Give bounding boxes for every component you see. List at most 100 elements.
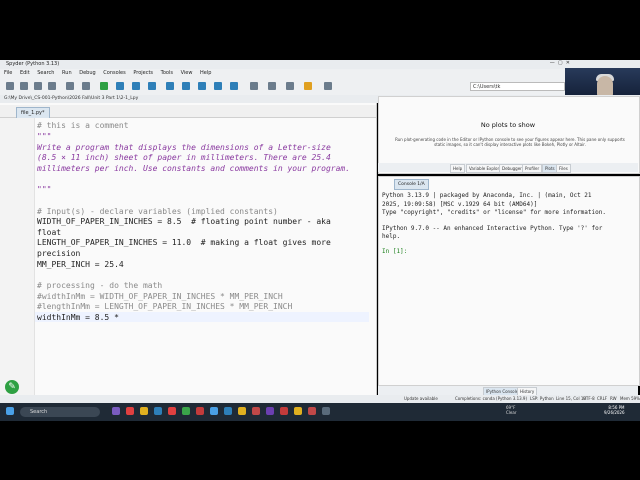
console-line: help.	[382, 233, 401, 240]
app-icon[interactable]	[266, 407, 274, 415]
app-icon[interactable]	[210, 407, 218, 415]
maximize-pane-icon[interactable]	[250, 82, 258, 90]
debug-file-icon[interactable]	[166, 82, 174, 90]
spyder-icon[interactable]	[308, 407, 316, 415]
code-line[interactable]: # this is a comment	[37, 121, 129, 130]
run-selection-icon[interactable]	[148, 82, 156, 90]
file-explorer-icon[interactable]	[140, 407, 148, 415]
menu-tools[interactable]: Tools	[161, 70, 173, 76]
step-icon[interactable]	[198, 82, 206, 90]
vscode-icon[interactable]	[224, 407, 232, 415]
code-line[interactable]: """	[37, 132, 51, 141]
new-file-icon[interactable]	[6, 82, 14, 90]
console-prompt[interactable]: In [1]:	[382, 248, 407, 255]
console-line: Python 3.13.9 | packaged by Anaconda, In…	[382, 192, 592, 199]
status-encoding: UTF-8	[583, 396, 595, 401]
run-cell-advance-icon[interactable]	[132, 82, 140, 90]
editor-tab-bar	[0, 105, 376, 118]
code-line[interactable]: millimeters per inch. Use constants and …	[37, 164, 350, 173]
line-number-gutter	[0, 118, 35, 401]
code-line-current[interactable]: widthInMm = 8.5 *	[37, 313, 119, 322]
app-icon[interactable]	[280, 407, 288, 415]
code-line[interactable]: float	[37, 228, 61, 237]
status-mem: Mem 59%	[620, 396, 640, 401]
taskbar-search[interactable]: Search	[20, 407, 100, 417]
app-icon[interactable]	[168, 407, 176, 415]
console-tab[interactable]: Console 1/A	[394, 179, 429, 190]
menu-help[interactable]: Help	[200, 70, 211, 76]
tab-files[interactable]: Files	[556, 164, 571, 173]
taskbar-clock[interactable]: 8:56 PM 9/26/2026	[604, 405, 625, 415]
weather-desc: Clear	[506, 410, 517, 415]
tab-profiler[interactable]: Profiler	[522, 164, 543, 173]
code-line[interactable]: LENGTH_OF_PAPER_IN_INCHES = 11.0 # makin…	[37, 238, 331, 247]
console-line: IPython 9.7.0 -- An enhanced Interactive…	[382, 225, 603, 232]
editor-file-tab[interactable]: file_1.py*	[16, 107, 50, 118]
pencil-icon: ✎	[8, 382, 16, 392]
app-icon[interactable]	[238, 407, 246, 415]
status-bar: Update available Completions: conda (Pyt…	[0, 395, 640, 403]
run-file-icon[interactable]	[100, 82, 108, 90]
browse-tabs-icon[interactable]	[82, 82, 90, 90]
console-line: Type "copyright", "credits" or "license"…	[382, 209, 606, 216]
task-view-icon[interactable]	[112, 407, 120, 415]
debug-cell-icon[interactable]	[182, 82, 190, 90]
code-line[interactable]: # processing - do the math	[37, 281, 162, 290]
menu-projects[interactable]: Projects	[133, 70, 153, 76]
menu-search[interactable]: Search	[37, 70, 54, 76]
open-file-icon[interactable]	[20, 82, 28, 90]
menu-file[interactable]: File	[4, 70, 12, 76]
windows-start-icon[interactable]	[6, 407, 14, 415]
app-icon[interactable]	[126, 407, 134, 415]
chrome-icon[interactable]	[182, 407, 190, 415]
stop-debug-icon[interactable]	[230, 82, 238, 90]
window-title: Spyder (Python 3.13)	[6, 61, 60, 67]
app-icon[interactable]	[196, 407, 204, 415]
code-line[interactable]: precision	[37, 249, 80, 258]
tab-help[interactable]: Help	[450, 164, 466, 173]
code-line[interactable]: #lengthInMm = LENGTH_OF_PAPER_IN_INCHES …	[37, 302, 292, 311]
run-floating-button[interactable]: ✎	[5, 380, 19, 394]
working-directory-input[interactable]: C:\Users\tk	[470, 82, 565, 91]
code-line[interactable]: MM_PER_INCH = 25.4	[37, 260, 124, 269]
code-line[interactable]: """	[37, 185, 51, 194]
status-eol: CRLF	[597, 396, 608, 401]
python-icon[interactable]	[304, 82, 312, 90]
app-icon[interactable]	[322, 407, 330, 415]
save-all-icon[interactable]	[48, 82, 56, 90]
taskbar-weather[interactable]: 69°F Clear	[506, 405, 516, 415]
window-controls[interactable]: — ▢ ✕	[550, 60, 570, 66]
plots-empty-title: No plots to show	[480, 121, 536, 129]
save-icon[interactable]	[34, 82, 42, 90]
pythonpath-icon[interactable]	[286, 82, 294, 90]
menu-view[interactable]: View	[181, 70, 193, 76]
clock-date: 9/26/2026	[604, 410, 625, 415]
console-line: 2025, 19:09:58) [MSC v.1929 64 bit (AMD6…	[382, 201, 538, 208]
status-lsp: LSP: Python	[530, 396, 554, 401]
status-update[interactable]: Update available	[404, 395, 438, 403]
code-line[interactable]: WIDTH_OF_PAPER_IN_INCHES = 8.5 # floatin…	[37, 217, 331, 226]
status-position: Line 15, Col 18	[556, 396, 586, 401]
menu-run[interactable]: Run	[62, 70, 72, 76]
create-cell-icon[interactable]	[66, 82, 74, 90]
menu-edit[interactable]: Edit	[20, 70, 30, 76]
plots-empty-message: Run plot-generating code in the Editor o…	[395, 137, 625, 147]
code-line[interactable]: (8.5 × 11 inch) sheet of paper in millim…	[37, 153, 331, 162]
preferences-icon[interactable]	[268, 82, 276, 90]
edge-icon[interactable]	[154, 407, 162, 415]
tab-debugger[interactable]: Debugger	[499, 164, 525, 173]
menu-debug[interactable]: Debug	[79, 70, 95, 76]
wrench-icon[interactable]	[324, 82, 332, 90]
window-title-bar: Spyder (Python 3.13)	[0, 60, 640, 69]
status-rw: RW	[610, 396, 617, 401]
code-line[interactable]: #widthInMm = WIDTH_OF_PAPER_IN_INCHES * …	[37, 292, 283, 301]
code-line[interactable]: Write a program that displays the dimens…	[37, 143, 331, 152]
run-cell-icon[interactable]	[116, 82, 124, 90]
continue-icon[interactable]	[214, 82, 222, 90]
app-icon[interactable]	[294, 407, 302, 415]
menu-bar: File Edit Search Run Debug Consoles Proj…	[0, 69, 640, 78]
status-completions: Completions: conda (Python 3.13.9)	[455, 396, 528, 401]
menu-consoles[interactable]: Consoles	[103, 70, 125, 76]
app-icon[interactable]	[252, 407, 260, 415]
code-line[interactable]: # Input(s) - declare variables (implied …	[37, 207, 278, 216]
